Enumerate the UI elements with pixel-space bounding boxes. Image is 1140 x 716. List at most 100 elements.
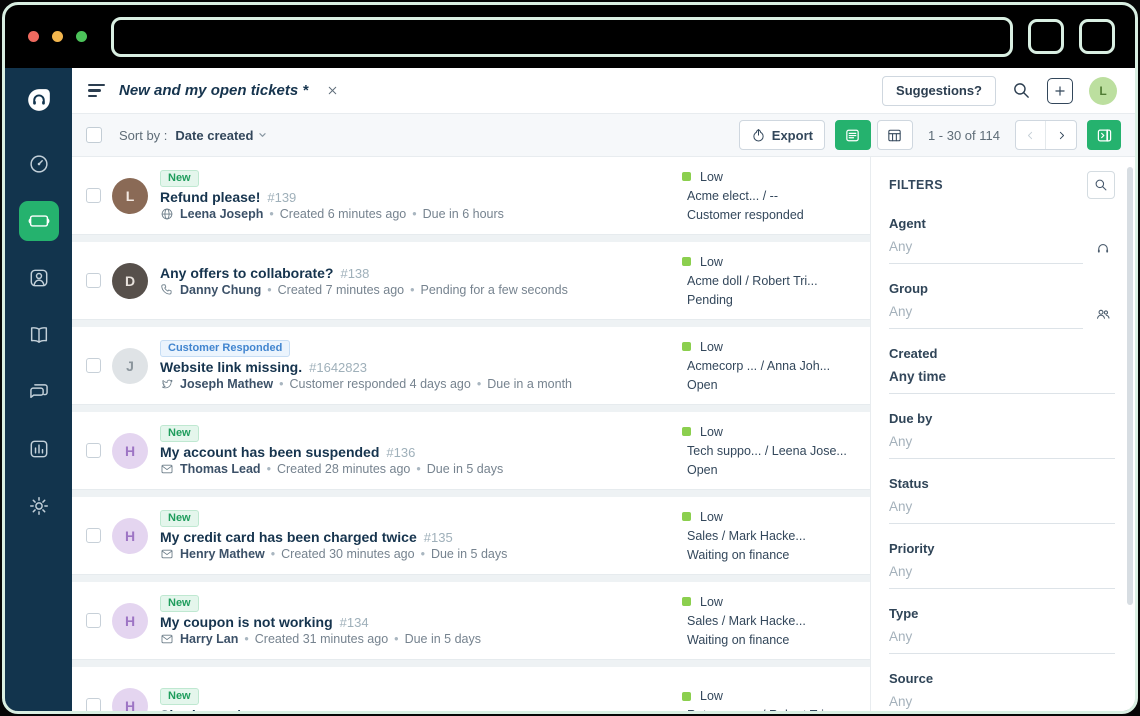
- ticket-status-badge: New: [160, 595, 199, 612]
- close-view-icon[interactable]: [326, 84, 339, 97]
- ticket-title[interactable]: Website link missing.: [160, 359, 302, 375]
- requester-name[interactable]: Joseph Mathew: [180, 377, 273, 391]
- requester-avatar[interactable]: D: [112, 263, 148, 299]
- requester-avatar[interactable]: J: [112, 348, 148, 384]
- ticket-row[interactable]: H New Size issue :/ #133 Low Returns an.…: [72, 667, 870, 711]
- requester-avatar[interactable]: H: [112, 688, 148, 712]
- filter-select[interactable]: Any: [889, 231, 1083, 264]
- browser-toolbar-button[interactable]: [1079, 19, 1115, 54]
- ticket-row[interactable]: J Customer Responded Website link missin…: [72, 327, 870, 405]
- ticket-checkbox[interactable]: [86, 358, 101, 373]
- filter-side-toggle[interactable]: [1095, 306, 1115, 329]
- filter-field-due-by: Due by Any: [889, 411, 1115, 459]
- new-ticket-button[interactable]: [1047, 78, 1073, 104]
- priority-dropdown[interactable]: Low: [680, 425, 862, 439]
- group-agent-dropdown[interactable]: Returns an... / Robert Tri...: [680, 708, 862, 711]
- minimize-window-button[interactable]: [52, 31, 63, 42]
- group-agent-dropdown[interactable]: Sales / Mark Hacke...: [680, 529, 862, 543]
- filter-select[interactable]: Any: [889, 686, 1115, 711]
- ticket-title[interactable]: My account has been suspended: [160, 444, 379, 460]
- requester-avatar[interactable]: H: [112, 518, 148, 554]
- select-all-checkbox[interactable]: [86, 127, 102, 143]
- group-agent-dropdown[interactable]: Tech suppo... / Leena Jose...: [680, 444, 862, 458]
- suggestions-button[interactable]: Suggestions?: [882, 76, 996, 106]
- filter-select[interactable]: Any: [889, 491, 1115, 524]
- filters-scrollbar[interactable]: [1127, 167, 1133, 605]
- ticket-title[interactable]: Size issue :/: [160, 707, 240, 711]
- group-agent-value: Acmecorp ... / Anna Joh...: [687, 359, 830, 373]
- priority-dropdown[interactable]: Low: [680, 595, 862, 609]
- requester-name[interactable]: Harry Lan: [180, 632, 238, 646]
- ticket-view-icon[interactable]: [88, 84, 105, 97]
- address-bar[interactable]: [111, 17, 1013, 57]
- ticket-row[interactable]: H New My credit card has been charged tw…: [72, 497, 870, 575]
- close-window-button[interactable]: [28, 31, 39, 42]
- ticket-checkbox[interactable]: [86, 273, 101, 288]
- table-view-button[interactable]: [877, 120, 913, 150]
- ticket-checkbox[interactable]: [86, 613, 101, 628]
- ticket-title[interactable]: My coupon is not working: [160, 614, 333, 630]
- priority-dropdown[interactable]: Low: [680, 510, 862, 524]
- requester-avatar[interactable]: H: [112, 603, 148, 639]
- priority-dropdown[interactable]: Low: [680, 689, 862, 703]
- status-dropdown[interactable]: Waiting on finance: [680, 633, 862, 647]
- sidebar-item-solutions[interactable]: [19, 315, 59, 355]
- ticket-row[interactable]: H New My account has been suspended #136…: [72, 412, 870, 490]
- ticket-checkbox[interactable]: [86, 188, 101, 203]
- user-avatar[interactable]: L: [1089, 77, 1117, 105]
- sidebar-item-analytics[interactable]: [19, 429, 59, 469]
- ticket-checkbox[interactable]: [86, 443, 101, 458]
- requester-name[interactable]: Henry Mathew: [180, 547, 265, 561]
- status-dropdown[interactable]: Open: [680, 378, 862, 392]
- group-agent-dropdown[interactable]: Acmecorp ... / Anna Joh...: [680, 359, 862, 373]
- next-page-button[interactable]: [1046, 121, 1076, 149]
- sidebar-item-tickets[interactable]: [19, 201, 59, 241]
- ticket-row[interactable]: L New Refund please! #139 Leena Joseph •…: [72, 157, 870, 235]
- prev-page-button[interactable]: [1016, 121, 1046, 149]
- ticket-checkbox[interactable]: [86, 698, 101, 711]
- sidebar-item-dashboard[interactable]: [19, 144, 59, 184]
- sidebar-item-forums[interactable]: [19, 372, 59, 412]
- export-button[interactable]: Export: [739, 120, 825, 150]
- status-dropdown[interactable]: Customer responded: [680, 208, 862, 222]
- ticket-title[interactable]: Refund please!: [160, 189, 260, 205]
- requester-name[interactable]: Danny Chung: [180, 283, 261, 297]
- ticket-checkbox[interactable]: [86, 528, 101, 543]
- maximize-window-button[interactable]: [76, 31, 87, 42]
- filter-search-button[interactable]: [1087, 171, 1115, 199]
- status-dropdown[interactable]: Open: [680, 463, 862, 477]
- group-agent-dropdown[interactable]: Acme elect... / --: [680, 189, 862, 203]
- sidebar-item-logo[interactable]: [19, 80, 59, 120]
- card-view-button[interactable]: [835, 120, 871, 150]
- browser-toolbar-button[interactable]: [1028, 19, 1064, 54]
- ticket-row[interactable]: D Any offers to collaborate? #138 Danny …: [72, 242, 870, 320]
- filter-select[interactable]: Any: [889, 426, 1115, 459]
- filter-side-toggle[interactable]: [1095, 241, 1115, 264]
- group-agent-dropdown[interactable]: Sales / Mark Hacke...: [680, 614, 862, 628]
- sidebar-item-settings[interactable]: [19, 486, 59, 526]
- priority-dropdown[interactable]: Low: [680, 255, 862, 269]
- search-icon[interactable]: [1012, 81, 1031, 100]
- priority-dropdown[interactable]: Low: [680, 340, 862, 354]
- filter-select[interactable]: Any: [889, 556, 1115, 589]
- priority-value: Low: [700, 255, 723, 269]
- filter-select[interactable]: Any: [889, 296, 1083, 329]
- filter-select[interactable]: Any: [889, 621, 1115, 654]
- ticket-title[interactable]: Any offers to collaborate?: [160, 265, 333, 281]
- group-agent-dropdown[interactable]: Acme doll / Robert Tri...: [680, 274, 862, 288]
- status-dropdown[interactable]: Waiting on finance: [680, 548, 862, 562]
- requester-name[interactable]: Thomas Lead: [180, 462, 261, 476]
- status-dropdown[interactable]: Pending: [680, 293, 862, 307]
- requester-avatar[interactable]: L: [112, 178, 148, 214]
- priority-dropdown[interactable]: Low: [680, 170, 862, 184]
- ticket-summary: New My credit card has been charged twic…: [160, 510, 680, 561]
- requester-avatar[interactable]: H: [112, 433, 148, 469]
- ticket-row[interactable]: H New My coupon is not working #134 Harr…: [72, 582, 870, 660]
- sidebar-item-contacts[interactable]: [19, 258, 59, 298]
- requester-name[interactable]: Leena Joseph: [180, 207, 263, 221]
- sort-dropdown[interactable]: Date created: [175, 128, 267, 143]
- ticket-title[interactable]: My credit card has been charged twice: [160, 529, 417, 545]
- ticket-title-line: Website link missing. #1642823: [160, 359, 680, 375]
- filter-select[interactable]: Any time: [889, 361, 1115, 394]
- collapse-panel-button[interactable]: [1087, 120, 1121, 150]
